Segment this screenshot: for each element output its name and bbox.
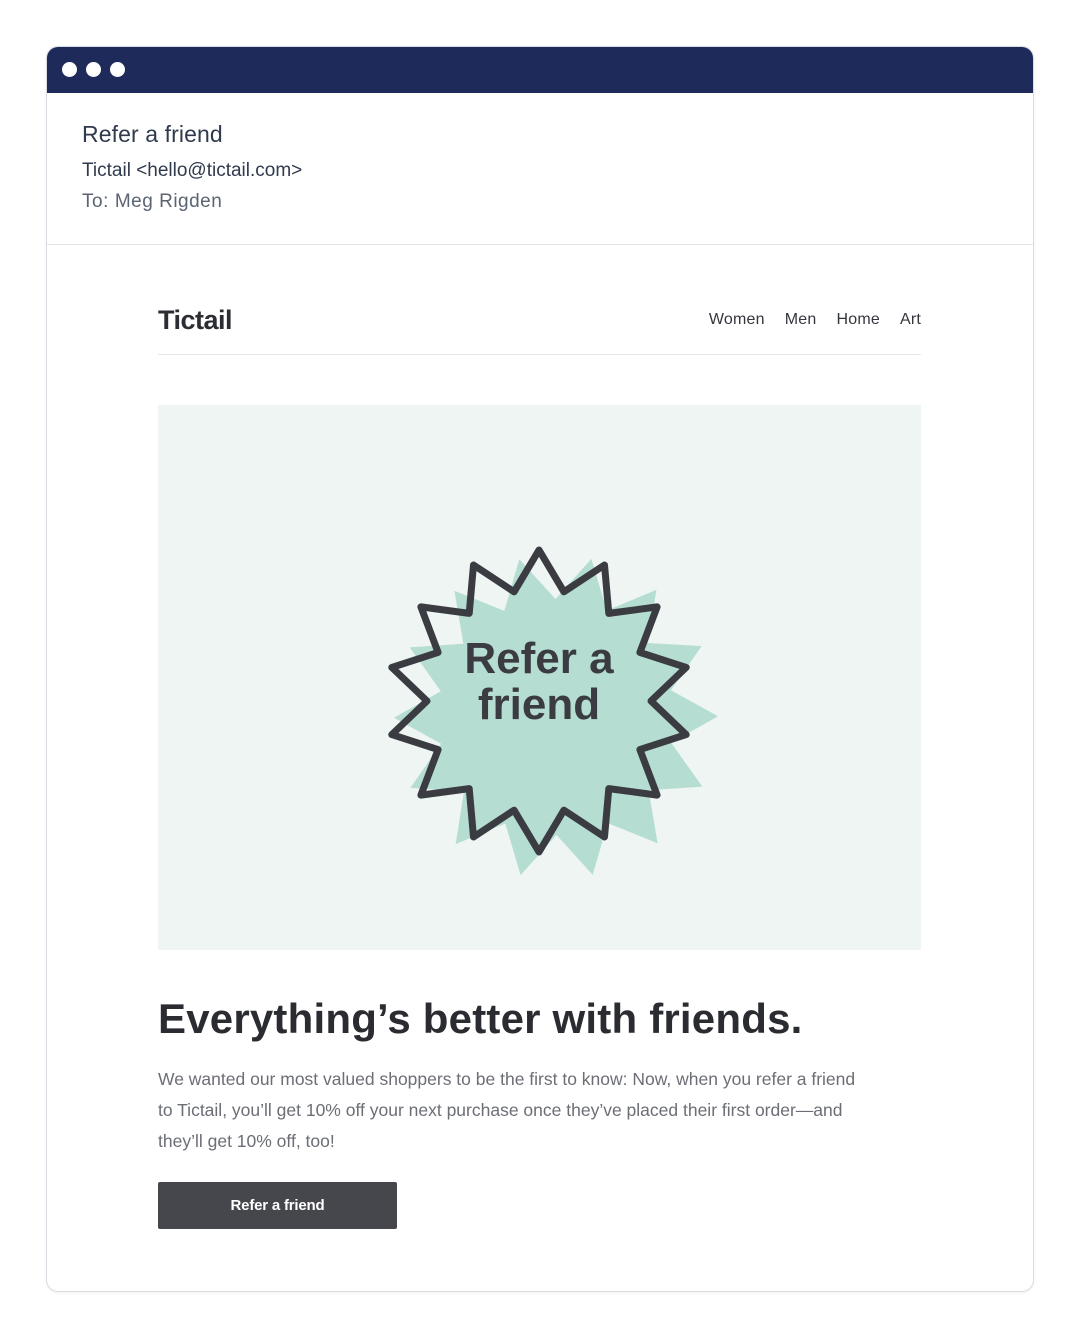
nav-divider xyxy=(158,354,921,355)
newsletter-nav: Women Men Home Art xyxy=(709,311,921,329)
email-recipient: To: Meg Rigden xyxy=(82,191,222,213)
window-control-dot[interactable] xyxy=(86,62,101,77)
nav-link-women[interactable]: Women xyxy=(709,311,765,329)
email-window: Refer a friend Tictail <hello@tictail.co… xyxy=(46,46,1034,1292)
recipient-name[interactable]: Meg Rigden xyxy=(115,191,222,212)
brand-logo[interactable]: Tictail xyxy=(158,305,233,336)
refer-a-friend-button[interactable]: Refer a friend xyxy=(158,1182,397,1229)
nav-link-art[interactable]: Art xyxy=(900,311,921,329)
email-header: Refer a friend Tictail <hello@tictail.co… xyxy=(47,93,1033,245)
window-control-dot[interactable] xyxy=(62,62,77,77)
badge-text-line2: friend xyxy=(478,680,600,729)
email-body-text: We wanted our most valued shoppers to be… xyxy=(158,1069,856,1151)
window-control-dot[interactable] xyxy=(110,62,125,77)
to-label: To: xyxy=(82,191,109,212)
refer-badge-icon: Refer afriend xyxy=(388,546,718,876)
nav-link-home[interactable]: Home xyxy=(836,311,879,329)
email-headline: Everything’s better with friends. xyxy=(158,995,803,1042)
hero-banner[interactable]: Refer a friend xyxy=(158,405,921,950)
nav-link-men[interactable]: Men xyxy=(785,311,817,329)
window-titlebar xyxy=(47,47,1033,93)
badge-text-line1: Refer a xyxy=(464,634,614,683)
email-subject: Refer a friend xyxy=(82,121,223,147)
email-sender[interactable]: Tictail <hello@tictail.com> xyxy=(82,160,302,182)
